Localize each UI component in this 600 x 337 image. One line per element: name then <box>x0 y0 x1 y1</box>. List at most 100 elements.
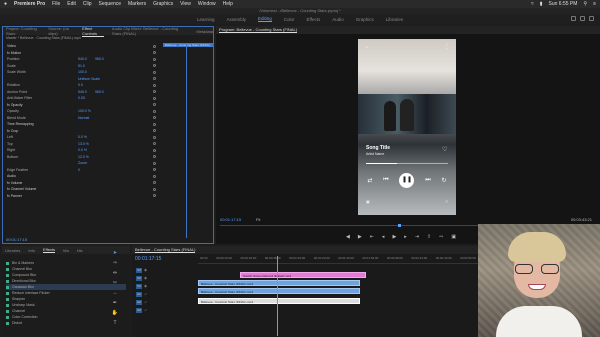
reset-icon[interactable] <box>153 161 156 165</box>
camera-icon[interactable]: ▣ <box>451 234 456 240</box>
workspace-libraries[interactable]: Libraries <box>386 17 403 22</box>
workspace-assembly[interactable]: Assembly <box>226 17 246 22</box>
workspace-editing[interactable]: Editing <box>258 16 272 22</box>
eye-icon[interactable]: ◉ <box>144 284 147 288</box>
workspace-color[interactable]: Color <box>284 17 295 22</box>
ripple-edit-tool-icon[interactable]: ⇹ <box>113 270 117 276</box>
play-icon[interactable]: ▶ <box>392 234 396 240</box>
reset-icon[interactable] <box>153 129 156 132</box>
step-forward-icon[interactable]: ▸ <box>404 234 407 240</box>
apple-menu-icon[interactable]: ● <box>4 1 7 7</box>
reset-icon[interactable] <box>153 83 156 87</box>
extract-icon[interactable]: ⇨ <box>439 234 443 240</box>
menu-sequence[interactable]: Sequence <box>98 1 121 7</box>
menu-window[interactable]: Window <box>198 1 216 7</box>
track-header[interactable]: V3 ◉ <box>132 266 198 274</box>
clip-a1[interactable]: Bellevue - Counting Stars (FINAL).mp3 <box>198 298 360 304</box>
menu-view[interactable]: View <box>180 1 191 7</box>
reset-icon[interactable] <box>153 155 156 158</box>
reset-icon[interactable] <box>153 109 156 113</box>
speaker-icon[interactable]: ♫ <box>144 308 147 312</box>
reset-icon[interactable] <box>153 142 156 145</box>
reset-icon[interactable] <box>153 116 156 119</box>
reset-icon[interactable] <box>153 168 156 171</box>
reset-icon[interactable] <box>153 90 156 93</box>
app-menu[interactable]: Premiere Pro <box>14 1 45 7</box>
track-header[interactable]: V2 ◉ <box>132 274 198 282</box>
track-select-tool-icon[interactable]: ⇒ <box>113 260 117 266</box>
reset-icon[interactable] <box>153 77 156 80</box>
reset-icon[interactable] <box>153 103 156 106</box>
lift-icon[interactable]: ⇧ <box>427 234 431 240</box>
reset-icon[interactable] <box>153 135 156 139</box>
mark-in-icon[interactable]: ◀ <box>346 234 350 240</box>
step-back-icon[interactable]: ◂ <box>382 234 385 240</box>
go-to-out-icon[interactable]: ⇥ <box>415 234 419 240</box>
export-icon[interactable] <box>580 16 585 21</box>
search-icon[interactable]: ⚲ <box>583 1 587 7</box>
speaker-icon[interactable]: ♫ <box>144 300 147 304</box>
reset-icon[interactable] <box>153 70 156 74</box>
program-video-frame[interactable]: ⌄ ⋮ Song Title Artist Name ♡ ⇄ ⏮ ❚❚ ⏭ ↻ … <box>358 39 456 215</box>
track-header[interactable]: A2 ♫ <box>132 298 198 306</box>
menu-edit[interactable]: Edit <box>67 1 76 7</box>
track-header[interactable]: A1 ♫ <box>132 290 198 298</box>
go-to-in-icon[interactable]: ⇤ <box>370 234 374 240</box>
menu-file[interactable]: File <box>52 1 60 7</box>
hand-tool-icon[interactable]: ✋ <box>112 310 118 316</box>
effect-property-row[interactable]: fx Panner <box>3 193 156 200</box>
track-name[interactable]: V3 <box>136 267 142 273</box>
eye-icon[interactable]: ◉ <box>144 276 147 280</box>
menu-help[interactable]: Help <box>223 1 233 7</box>
tab-history[interactable]: His <box>77 248 83 253</box>
reset-icon[interactable] <box>153 44 156 48</box>
reset-icon[interactable] <box>153 148 156 152</box>
track-header[interactable]: V1 ◉ <box>132 282 198 290</box>
tab-audio-clip-mixer[interactable]: Audio Clip Mixer: Bellevue - Counting St… <box>112 26 188 36</box>
program-timecode[interactable]: 00:01:17:15 <box>220 217 241 222</box>
track-name[interactable]: A2 <box>136 299 142 305</box>
battery-icon[interactable]: ▮ <box>540 1 543 7</box>
eye-icon[interactable]: ◉ <box>144 268 147 272</box>
timeline-playhead[interactable] <box>277 256 278 336</box>
menu-markers[interactable]: Markers <box>128 1 146 7</box>
timeline-ruler[interactable]: 00:00 00:00:16:00 00:00:32:00 00:00:48:00 00… <box>198 256 478 264</box>
reset-icon[interactable] <box>153 96 156 100</box>
effect-playhead[interactable] <box>186 43 187 238</box>
clip-v3[interactable]: Spotify Screen Record (Edited).mp4 <box>240 272 366 278</box>
workspace-effects[interactable]: Effects <box>307 17 321 22</box>
tab-info[interactable]: Info <box>28 248 35 253</box>
menu-graphics[interactable]: Graphics <box>153 1 173 7</box>
track-name[interactable]: V2 <box>136 275 142 281</box>
mark-out-icon[interactable]: ▶ <box>358 234 362 240</box>
tab-effects[interactable]: Effects <box>43 247 56 253</box>
pen-tool-icon[interactable]: ✒ <box>113 300 117 306</box>
tab-markers[interactable]: Ma <box>63 248 69 253</box>
home-icon[interactable] <box>571 16 576 21</box>
tab-sequence[interactable]: Bellevue - Counting Stars (FINAL) <box>135 247 196 253</box>
reset-icon[interactable] <box>153 57 156 61</box>
wifi-icon[interactable]: ≈ <box>531 1 534 7</box>
selection-tool-icon[interactable]: ➤ <box>113 250 117 256</box>
tab-metadata[interactable]: Metadata <box>196 29 213 34</box>
type-tool-icon[interactable]: T <box>113 320 116 326</box>
workspace-audio[interactable]: Audio <box>332 17 344 22</box>
reset-icon[interactable] <box>153 122 156 126</box>
track-name[interactable]: V1 <box>136 283 142 289</box>
razor-tool-icon[interactable]: ✂ <box>113 280 117 286</box>
clip-v1[interactable]: Bellevue - Counting Stars (FINAL).mp4 <box>198 288 360 294</box>
tab-program[interactable]: Program: Bellevue - Counting Stars (FINA… <box>219 27 298 33</box>
track-name[interactable]: A3 <box>136 307 142 313</box>
menu-list-icon[interactable]: ≡ <box>593 1 596 7</box>
reset-icon[interactable] <box>153 64 156 67</box>
program-playhead[interactable] <box>398 224 401 227</box>
speaker-icon[interactable]: ♫ <box>144 292 147 296</box>
tab-libraries[interactable]: Libraries <box>5 248 20 253</box>
menu-clip[interactable]: Clip <box>83 1 92 7</box>
reset-icon[interactable] <box>153 181 156 184</box>
reset-icon[interactable] <box>153 194 156 197</box>
tab-effect-controls[interactable]: Effect Controls <box>82 26 104 37</box>
reset-icon[interactable] <box>153 51 156 54</box>
clock[interactable]: Sun 6:55 PM <box>549 1 578 7</box>
fullscreen-icon[interactable] <box>589 16 594 21</box>
